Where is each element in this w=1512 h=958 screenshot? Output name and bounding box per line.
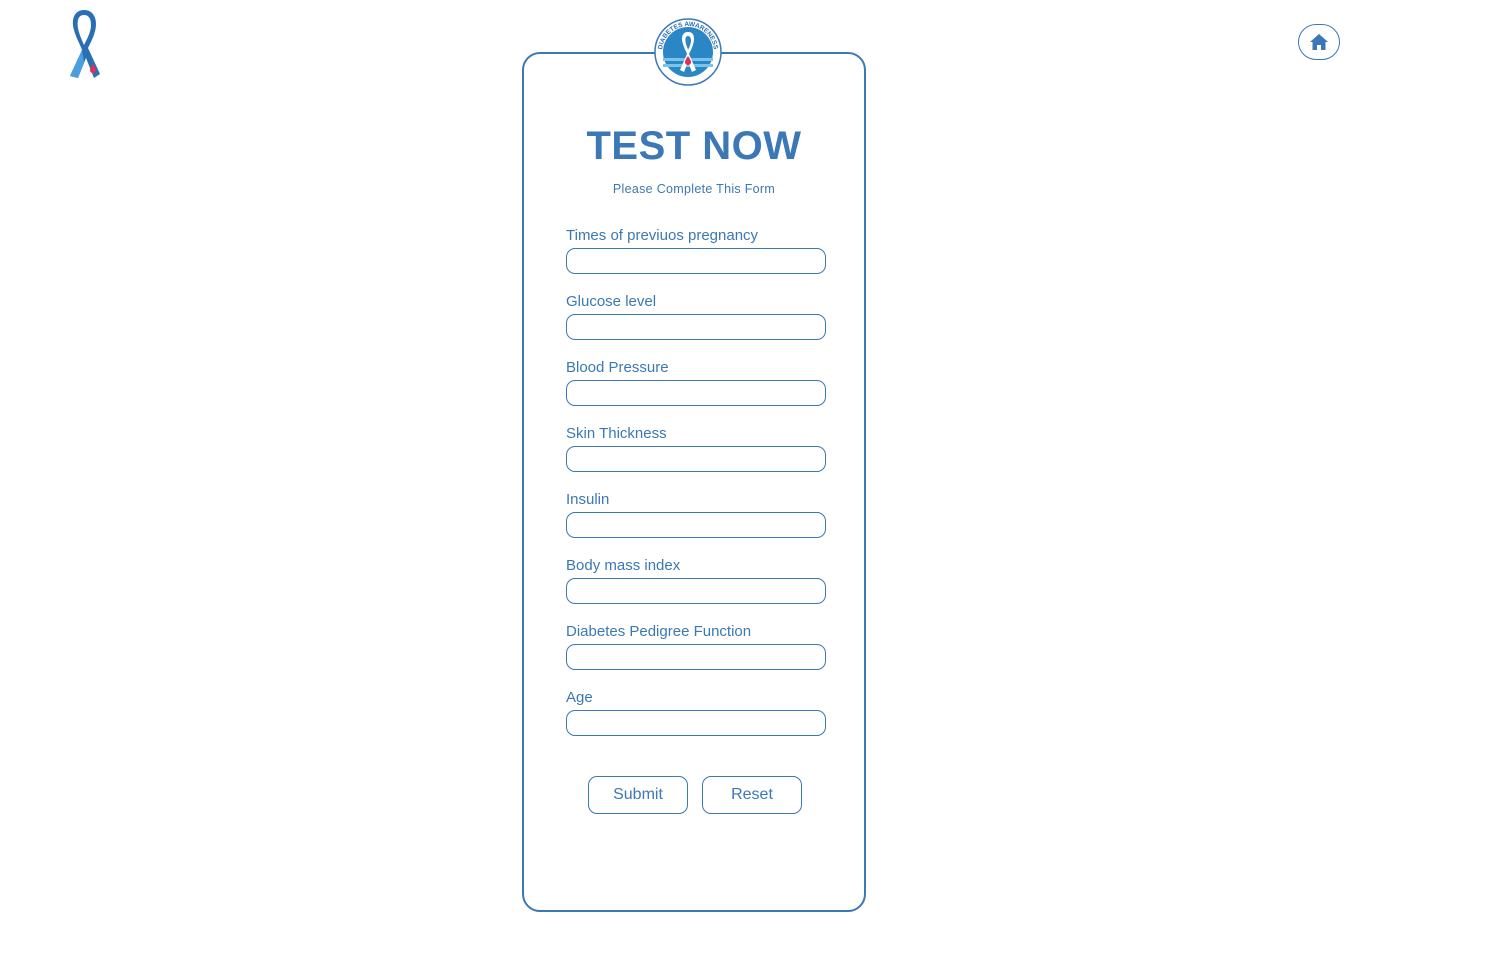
field-insulin: Insulin	[566, 490, 826, 538]
page: DIABETES AWARENESS TEST NOW Please Compl…	[0, 0, 1512, 958]
pregnancies-input[interactable]	[566, 248, 826, 274]
field-blood-pressure: Blood Pressure	[566, 358, 826, 406]
insulin-input[interactable]	[566, 512, 826, 538]
home-icon	[1310, 34, 1328, 50]
field-skin-thickness: Skin Thickness	[566, 424, 826, 472]
form-card	[522, 52, 866, 912]
form-title: TEST NOW	[586, 124, 802, 168]
field-label: Blood Pressure	[566, 359, 669, 376]
home-button[interactable]	[1298, 24, 1340, 60]
field-pregnancies: Times of previuos pregnancy	[566, 226, 826, 274]
field-label: Body mass index	[566, 557, 681, 574]
age-input[interactable]	[566, 710, 826, 736]
field-pedigree: Diabetes Pedigree Function	[566, 622, 826, 670]
field-label: Insulin	[566, 491, 610, 508]
skin-thickness-input[interactable]	[566, 446, 826, 472]
field-label: Glucose level	[566, 293, 657, 310]
field-label: Times of previuos pregnancy	[566, 227, 759, 244]
diabetes-awareness-badge: DIABETES AWARENESS	[654, 18, 722, 86]
bmi-input[interactable]	[566, 578, 826, 604]
submit-button[interactable]: Submit	[588, 776, 688, 814]
field-label: Diabetes Pedigree Function	[566, 623, 752, 640]
field-age: Age	[566, 688, 826, 736]
form-subtitle: Please Complete This Form	[612, 182, 776, 196]
pedigree-input[interactable]	[566, 644, 826, 670]
diabetes-ribbon-logo	[70, 10, 100, 78]
reset-button[interactable]: Reset	[702, 776, 802, 814]
field-label: Skin Thickness	[566, 425, 667, 442]
blood-pressure-input[interactable]	[566, 380, 826, 406]
field-label: Age	[566, 689, 593, 706]
glucose-input[interactable]	[566, 314, 826, 340]
field-bmi: Body mass index	[566, 556, 826, 604]
field-glucose: Glucose level	[566, 292, 826, 340]
